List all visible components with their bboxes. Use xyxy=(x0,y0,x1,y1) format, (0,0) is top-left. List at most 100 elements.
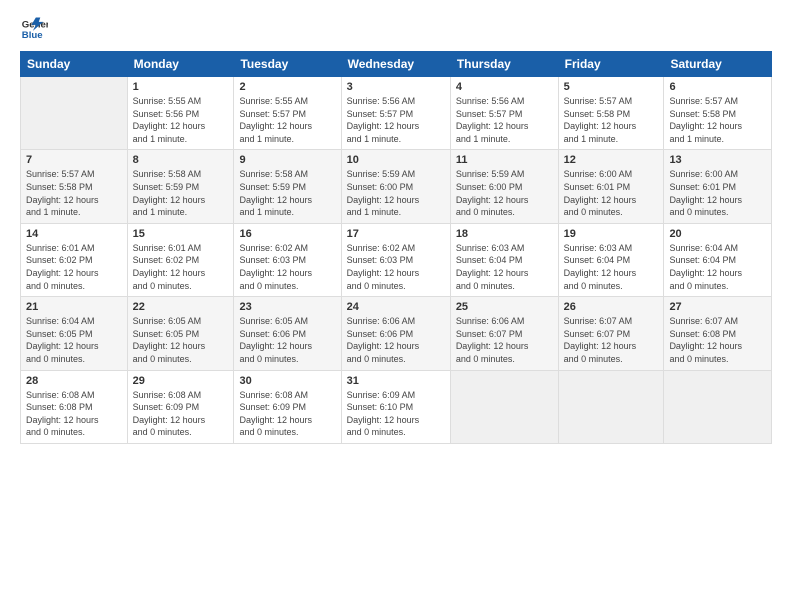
day-info: Sunrise: 5:56 AM Sunset: 5:57 PM Dayligh… xyxy=(456,95,553,145)
day-number: 26 xyxy=(564,301,659,313)
calendar-cell: 6 Sunrise: 5:57 AM Sunset: 5:58 PM Daylig… xyxy=(664,77,772,150)
day-info: Sunrise: 6:01 AM Sunset: 6:02 PM Dayligh… xyxy=(133,242,229,292)
day-info: Sunrise: 5:57 AM Sunset: 5:58 PM Dayligh… xyxy=(669,95,766,145)
calendar-cell: 18Sunrise: 6:03 AM Sunset: 6:04 PM Dayli… xyxy=(450,223,558,296)
day-number: 16 xyxy=(239,228,335,240)
day-number: 27 xyxy=(669,301,766,313)
day-info: Sunrise: 6:08 AM Sunset: 6:09 PM Dayligh… xyxy=(239,389,335,439)
day-info: Sunrise: 6:06 AM Sunset: 6:06 PM Dayligh… xyxy=(347,315,445,365)
calendar-cell xyxy=(558,370,664,443)
day-info: Sunrise: 6:06 AM Sunset: 6:07 PM Dayligh… xyxy=(456,315,553,365)
day-number: 8 xyxy=(133,154,229,166)
weekday-header: Friday xyxy=(558,52,664,77)
calendar-cell: 24 Sunrise: 6:06 AM Sunset: 6:06 PM Dayli… xyxy=(341,297,450,370)
page: General Blue SundayMondayTuesdayWednesda… xyxy=(0,0,792,612)
day-info: Sunrise: 6:07 AM Sunset: 6:08 PM Dayligh… xyxy=(669,315,766,365)
day-info: Sunrise: 5:59 AM Sunset: 6:00 PM Dayligh… xyxy=(347,168,445,218)
day-info: Sunrise: 6:04 AM Sunset: 6:04 PM Dayligh… xyxy=(669,242,766,292)
logo-icon: General Blue xyxy=(20,15,48,43)
day-info: Sunrise: 6:03 AM Sunset: 6:04 PM Dayligh… xyxy=(456,242,553,292)
calendar-cell: 17 Sunrise: 6:02 AM Sunset: 6:03 PM Dayli… xyxy=(341,223,450,296)
day-number: 13 xyxy=(669,154,766,166)
calendar-cell: 22 Sunrise: 6:05 AM Sunset: 6:05 PM Dayli… xyxy=(127,297,234,370)
weekday-header: Monday xyxy=(127,52,234,77)
day-number: 10 xyxy=(347,154,445,166)
day-number: 1 xyxy=(133,81,229,93)
day-number: 9 xyxy=(239,154,335,166)
calendar-cell: 1 Sunrise: 5:55 AM Sunset: 5:56 PM Daylig… xyxy=(127,77,234,150)
calendar-cell: 26Sunrise: 6:07 AM Sunset: 6:07 PM Dayli… xyxy=(558,297,664,370)
weekday-header: Saturday xyxy=(664,52,772,77)
svg-text:Blue: Blue xyxy=(22,30,43,41)
calendar-cell xyxy=(21,77,128,150)
calendar-cell: 15 Sunrise: 6:01 AM Sunset: 6:02 PM Dayli… xyxy=(127,223,234,296)
day-number: 22 xyxy=(133,301,229,313)
calendar-cell: 11Sunrise: 5:59 AM Sunset: 6:00 PM Dayli… xyxy=(450,150,558,223)
weekday-header: Wednesday xyxy=(341,52,450,77)
calendar-cell: 2 Sunrise: 5:55 AM Sunset: 5:57 PM Daylig… xyxy=(234,77,341,150)
day-number: 15 xyxy=(133,228,229,240)
day-number: 3 xyxy=(347,81,445,93)
calendar-cell: 25 Sunrise: 6:06 AM Sunset: 6:07 PM Dayli… xyxy=(450,297,558,370)
day-number: 19 xyxy=(564,228,659,240)
day-info: Sunrise: 6:03 AM Sunset: 6:04 PM Dayligh… xyxy=(564,242,659,292)
calendar-cell: 8 Sunrise: 5:58 AM Sunset: 5:59 PM Daylig… xyxy=(127,150,234,223)
day-info: Sunrise: 5:58 AM Sunset: 5:59 PM Dayligh… xyxy=(133,168,229,218)
day-info: Sunrise: 6:08 AM Sunset: 6:08 PM Dayligh… xyxy=(26,389,122,439)
calendar-cell: 28 Sunrise: 6:08 AM Sunset: 6:08 PM Dayli… xyxy=(21,370,128,443)
day-info: Sunrise: 5:56 AM Sunset: 5:57 PM Dayligh… xyxy=(347,95,445,145)
day-number: 21 xyxy=(26,301,122,313)
day-info: Sunrise: 6:01 AM Sunset: 6:02 PM Dayligh… xyxy=(26,242,122,292)
calendar-cell: 9 Sunrise: 5:58 AM Sunset: 5:59 PM Daylig… xyxy=(234,150,341,223)
logo: General Blue xyxy=(20,15,52,43)
day-number: 29 xyxy=(133,375,229,387)
day-number: 23 xyxy=(239,301,335,313)
day-info: Sunrise: 6:09 AM Sunset: 6:10 PM Dayligh… xyxy=(347,389,445,439)
calendar-cell: 21 Sunrise: 6:04 AM Sunset: 6:05 PM Dayli… xyxy=(21,297,128,370)
calendar-cell: 31 Sunrise: 6:09 AM Sunset: 6:10 PM Dayli… xyxy=(341,370,450,443)
day-number: 30 xyxy=(239,375,335,387)
day-number: 31 xyxy=(347,375,445,387)
day-number: 25 xyxy=(456,301,553,313)
day-info: Sunrise: 5:55 AM Sunset: 5:57 PM Dayligh… xyxy=(239,95,335,145)
day-number: 28 xyxy=(26,375,122,387)
day-number: 17 xyxy=(347,228,445,240)
weekday-header: Thursday xyxy=(450,52,558,77)
calendar-cell: 5 Sunrise: 5:57 AM Sunset: 5:58 PM Daylig… xyxy=(558,77,664,150)
calendar-cell: 29 Sunrise: 6:08 AM Sunset: 6:09 PM Dayli… xyxy=(127,370,234,443)
calendar-cell xyxy=(664,370,772,443)
day-number: 11 xyxy=(456,154,553,166)
day-number: 2 xyxy=(239,81,335,93)
calendar-cell: 27 Sunrise: 6:07 AM Sunset: 6:08 PM Dayli… xyxy=(664,297,772,370)
calendar-cell: 14 Sunrise: 6:01 AM Sunset: 6:02 PM Dayli… xyxy=(21,223,128,296)
day-number: 14 xyxy=(26,228,122,240)
day-info: Sunrise: 6:02 AM Sunset: 6:03 PM Dayligh… xyxy=(347,242,445,292)
day-info: Sunrise: 5:57 AM Sunset: 5:58 PM Dayligh… xyxy=(26,168,122,218)
calendar-cell xyxy=(450,370,558,443)
calendar-cell: 30 Sunrise: 6:08 AM Sunset: 6:09 PM Dayli… xyxy=(234,370,341,443)
weekday-header: Sunday xyxy=(21,52,128,77)
calendar-cell: 13Sunrise: 6:00 AM Sunset: 6:01 PM Dayli… xyxy=(664,150,772,223)
day-info: Sunrise: 6:05 AM Sunset: 6:06 PM Dayligh… xyxy=(239,315,335,365)
day-info: Sunrise: 5:55 AM Sunset: 5:56 PM Dayligh… xyxy=(133,95,229,145)
calendar-cell: 23 Sunrise: 6:05 AM Sunset: 6:06 PM Dayli… xyxy=(234,297,341,370)
day-info: Sunrise: 6:04 AM Sunset: 6:05 PM Dayligh… xyxy=(26,315,122,365)
day-info: Sunrise: 6:05 AM Sunset: 6:05 PM Dayligh… xyxy=(133,315,229,365)
calendar-table: SundayMondayTuesdayWednesdayThursdayFrid… xyxy=(20,51,772,444)
day-info: Sunrise: 6:02 AM Sunset: 6:03 PM Dayligh… xyxy=(239,242,335,292)
day-info: Sunrise: 5:57 AM Sunset: 5:58 PM Dayligh… xyxy=(564,95,659,145)
day-info: Sunrise: 5:58 AM Sunset: 5:59 PM Dayligh… xyxy=(239,168,335,218)
calendar-cell: 3 Sunrise: 5:56 AM Sunset: 5:57 PM Daylig… xyxy=(341,77,450,150)
day-number: 5 xyxy=(564,81,659,93)
day-info: Sunrise: 6:08 AM Sunset: 6:09 PM Dayligh… xyxy=(133,389,229,439)
day-number: 24 xyxy=(347,301,445,313)
calendar-cell: 7 Sunrise: 5:57 AM Sunset: 5:58 PM Daylig… xyxy=(21,150,128,223)
calendar-cell: 12 Sunrise: 6:00 AM Sunset: 6:01 PM Dayli… xyxy=(558,150,664,223)
day-number: 12 xyxy=(564,154,659,166)
calendar-cell: 20Sunrise: 6:04 AM Sunset: 6:04 PM Dayli… xyxy=(664,223,772,296)
calendar-cell: 19 Sunrise: 6:03 AM Sunset: 6:04 PM Dayli… xyxy=(558,223,664,296)
header: General Blue xyxy=(20,15,772,43)
day-number: 6 xyxy=(669,81,766,93)
day-info: Sunrise: 6:00 AM Sunset: 6:01 PM Dayligh… xyxy=(564,168,659,218)
day-number: 7 xyxy=(26,154,122,166)
